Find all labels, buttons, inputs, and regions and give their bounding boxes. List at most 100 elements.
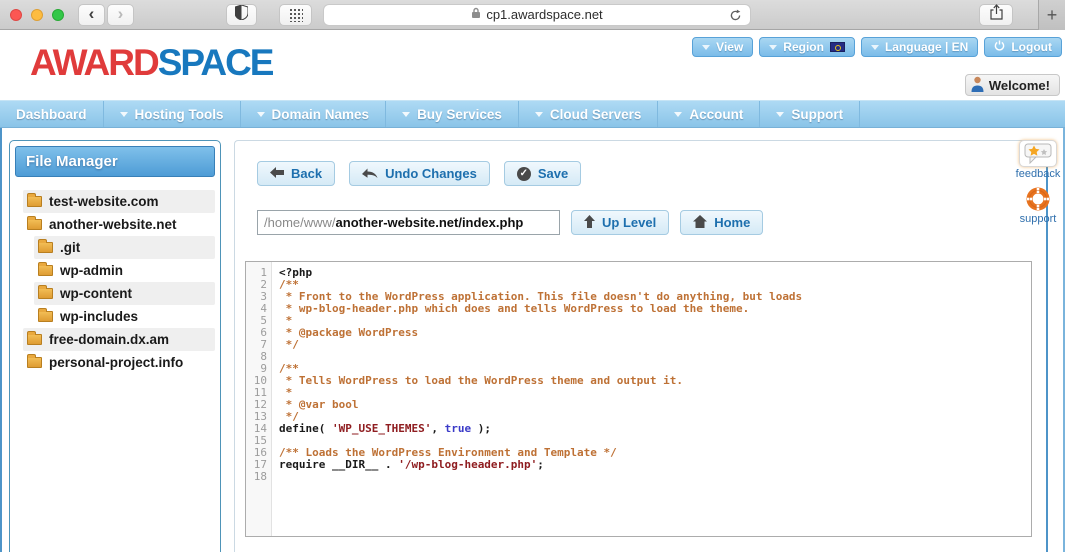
folder-icon — [27, 354, 42, 368]
browser-forward-button[interactable]: › — [107, 3, 134, 26]
screen: ‹ › cp1.awardspace.net + AWARDSPACE View… — [0, 0, 1065, 552]
line-number: 18 — [253, 470, 267, 483]
code-segment: ); — [471, 422, 491, 435]
file-manager-header: File Manager — [15, 146, 215, 177]
chevron-down-icon — [119, 111, 128, 117]
welcome-button[interactable]: Welcome! — [964, 74, 1060, 96]
code-segment: 'WP_USE_THEMES' — [331, 422, 432, 435]
shield-icon — [234, 3, 249, 25]
site-header: AWARDSPACE View Region Language | EN Logout… — [0, 30, 1065, 100]
share-icon — [989, 4, 1003, 25]
path-prefix-text: /home/www/ — [264, 215, 336, 230]
code-segment: define( — [279, 422, 332, 435]
back-label: Back — [291, 166, 323, 181]
feedback-widget[interactable]: feedback — [1016, 140, 1060, 180]
browser-back-button[interactable]: ‹ — [78, 3, 105, 26]
tree-item-another-website-net[interactable]: another-website.net — [23, 213, 215, 236]
folder-icon — [38, 239, 53, 253]
save-button[interactable]: ✓ Save — [503, 161, 582, 186]
chevron-down-icon — [776, 111, 785, 117]
home-button[interactable]: Home — [680, 210, 764, 235]
nav-item-buy-services[interactable]: Buy Services — [386, 101, 519, 127]
minimize-window-button[interactable] — [31, 8, 43, 21]
close-window-button[interactable] — [10, 8, 22, 21]
nav-item-support[interactable]: Support — [760, 101, 861, 127]
code-editor[interactable]: 1 2 3 4 5 6 7 8 9 10 11 12 13 14 15 16 17 18 <?php/** * F… — [245, 261, 1032, 537]
tree-item-wp-admin[interactable]: wp-admin — [34, 259, 215, 282]
back-button[interactable]: Back — [257, 161, 336, 186]
folder-label: another-website.net — [49, 217, 177, 232]
header-action-language-en[interactable]: Language | EN — [860, 37, 979, 57]
chevron-down-icon — [534, 111, 543, 117]
code-line: */ — [279, 339, 1031, 351]
tree-item-free-domain-dx-am[interactable]: free-domain.dx.am — [23, 328, 215, 351]
nav-label: Dashboard — [16, 106, 87, 122]
folder-icon — [38, 262, 53, 276]
folder-label: wp-content — [60, 286, 132, 301]
nav-item-hosting-tools[interactable]: Hosting Tools — [104, 101, 241, 127]
undo-changes-button[interactable]: Undo Changes — [349, 161, 490, 186]
path-row: /home/www/another-website.net/index.php … — [257, 210, 1036, 235]
frequently-visited-button[interactable] — [279, 3, 312, 26]
nav-label: Support — [791, 106, 844, 122]
awardspace-logo[interactable]: AWARDSPACE — [30, 42, 274, 84]
nav-item-account[interactable]: Account — [658, 101, 761, 127]
header-action-logout[interactable]: Logout — [984, 37, 1062, 57]
undo-changes-label: Undo Changes — [385, 166, 477, 181]
undo-icon — [362, 166, 378, 181]
folder-label: wp-admin — [60, 263, 123, 278]
action-label: Region — [783, 40, 824, 54]
path-input[interactable]: /home/www/another-website.net/index.php — [257, 210, 560, 235]
avatar-icon — [971, 76, 984, 95]
chevron-down-icon — [402, 111, 411, 117]
main-nav: Dashboard Hosting Tools Domain Names Buy Se… — [0, 100, 1065, 128]
support-widget[interactable]: support — [1019, 185, 1057, 225]
nav-label: Cloud Servers — [549, 106, 642, 122]
nav-label: Domain Names — [271, 106, 370, 122]
tree-item-personal-project-info[interactable]: personal-project.info — [23, 351, 215, 374]
header-action-view[interactable]: View — [692, 37, 754, 57]
editor-code[interactable]: <?php/** * Front to the WordPress applic… — [272, 262, 1031, 536]
tree-item-git[interactable]: .git — [34, 236, 215, 259]
eu-flag-icon — [829, 42, 845, 52]
tree-item-wp-content[interactable]: wp-content — [34, 282, 215, 305]
privacy-report-button[interactable] — [226, 3, 257, 26]
welcome-text: Welcome! — [988, 77, 1050, 93]
share-button[interactable] — [979, 3, 1013, 26]
nav-item-cloud-servers[interactable]: Cloud Servers — [519, 101, 659, 127]
nav-item-dashboard[interactable]: Dashboard — [0, 101, 104, 127]
folder-tree: test-website.com another-website.net .git w… — [15, 190, 215, 374]
address-bar[interactable]: cp1.awardspace.net — [323, 3, 751, 26]
nav-item-domain-names[interactable]: Domain Names — [241, 101, 387, 127]
chevron-down-icon — [256, 111, 265, 117]
code-line: * @package WordPress — [279, 327, 1031, 339]
code-segment: ; — [537, 458, 544, 471]
reload-icon[interactable] — [729, 9, 742, 25]
header-actions: View Region Language | EN Logout — [692, 37, 1062, 57]
up-level-label: Up Level — [602, 215, 657, 230]
editor-toolbar: Back Undo Changes ✓ Save — [257, 161, 1036, 186]
tree-item-test-website-com[interactable]: test-website.com — [23, 190, 215, 213]
new-tab-button[interactable]: + — [1038, 0, 1065, 30]
path-file-text: another-website.net/index.php — [335, 215, 524, 230]
home-icon — [693, 214, 708, 231]
chevron-down-icon — [769, 44, 778, 50]
support-label: support — [1019, 213, 1057, 225]
header-action-region[interactable]: Region — [759, 37, 855, 57]
folder-label: wp-includes — [60, 309, 139, 324]
logo-award-text: AWARD — [30, 42, 160, 83]
zoom-window-button[interactable] — [52, 8, 64, 21]
code-line: * Tells WordPress to load the WordPress … — [279, 375, 1031, 387]
code-line: define( 'WP_USE_THEMES', true ); — [279, 423, 1031, 435]
home-label: Home — [714, 215, 751, 230]
window-controls — [10, 8, 64, 21]
feedback-icon — [1019, 140, 1057, 167]
editor-gutter: 1 2 3 4 5 6 7 8 9 10 11 12 13 14 15 16 17 18 — [246, 262, 272, 536]
up-level-button[interactable]: Up Level — [571, 210, 670, 235]
up-arrow-icon — [584, 214, 595, 231]
tree-item-wp-includes[interactable]: wp-includes — [34, 305, 215, 328]
chevron-left-icon: ‹ — [88, 4, 95, 23]
url-text: cp1.awardspace.net — [486, 7, 603, 22]
check-circle-icon: ✓ — [516, 166, 531, 181]
